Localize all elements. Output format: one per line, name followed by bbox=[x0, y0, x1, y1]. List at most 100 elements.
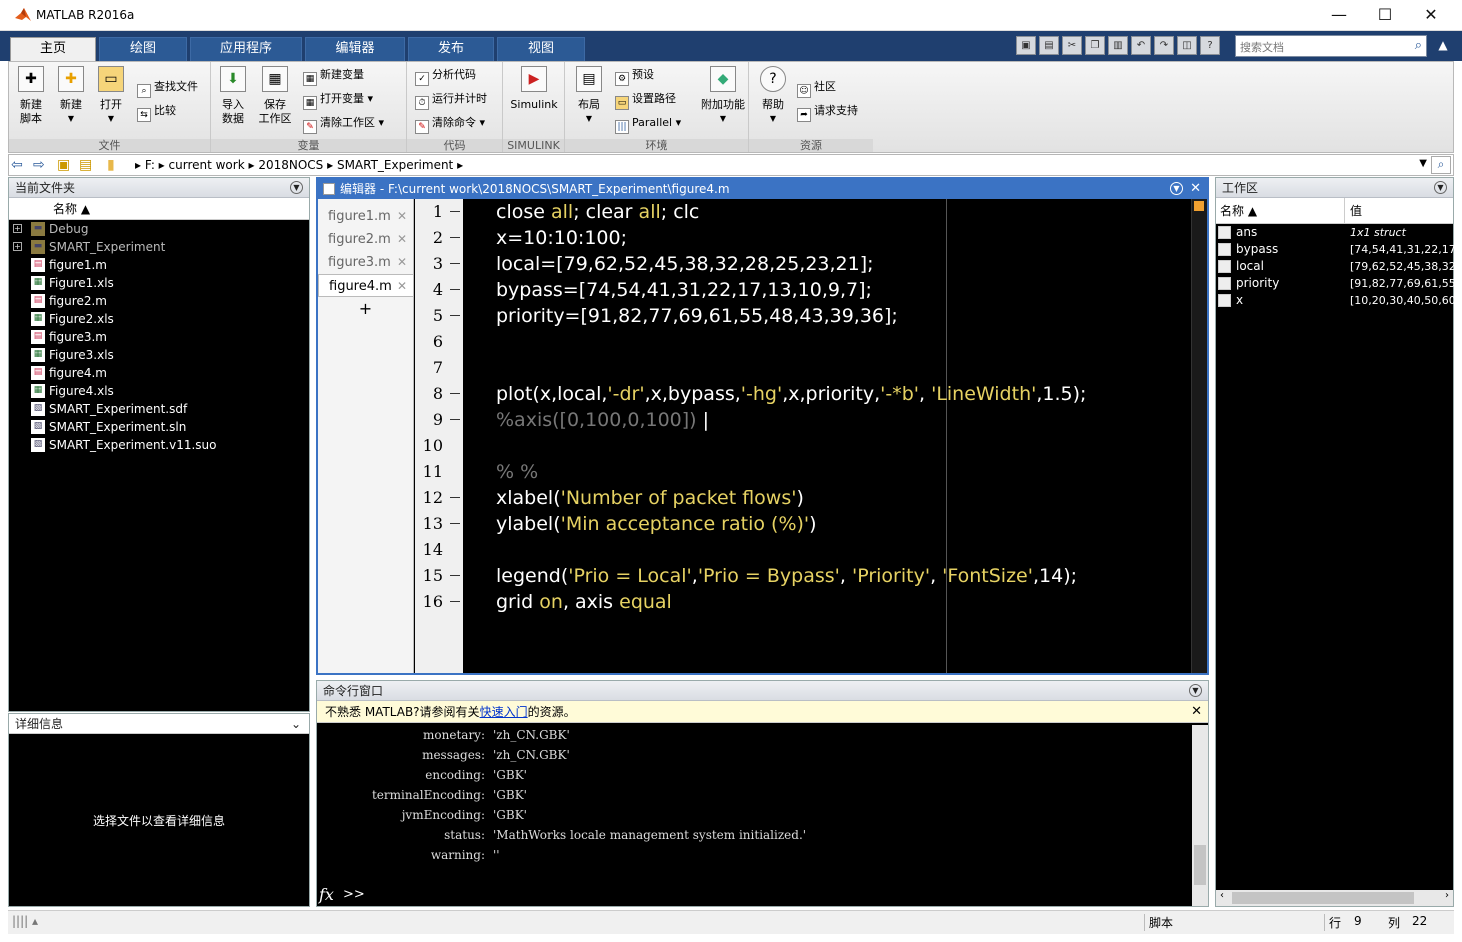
file-list-item[interactable]: ▧ SMART_Experiment.sdf bbox=[9, 400, 309, 418]
breakpoint-dash[interactable] bbox=[450, 419, 460, 420]
collapse-ribbon-icon[interactable]: ▲ bbox=[1433, 35, 1453, 55]
save-workspace-button[interactable]: ▦ 保存 工作区 bbox=[255, 66, 295, 126]
panel-menu-icon[interactable]: ▼ bbox=[1189, 684, 1202, 697]
new-script-button[interactable]: ✚ 新建 脚本 bbox=[13, 66, 49, 126]
breadcrumb-item[interactable]: SMART_Experiment bbox=[337, 158, 453, 172]
line-number[interactable]: 7 bbox=[415, 355, 463, 381]
close-button[interactable]: ✕ bbox=[1408, 0, 1454, 30]
up-folder-icon[interactable]: ▣ bbox=[57, 157, 70, 173]
minimize-button[interactable]: — bbox=[1316, 0, 1362, 30]
quick-start-link[interactable]: 快速入门 bbox=[480, 705, 528, 719]
search-icon[interactable]: ⌕ bbox=[1415, 38, 1422, 53]
line-number[interactable]: 12 bbox=[415, 485, 463, 511]
address-dropdown-icon[interactable]: ▼ bbox=[1419, 158, 1427, 169]
breakpoint-dash[interactable] bbox=[450, 263, 460, 264]
analyze-code-button[interactable]: ✓ 分析代码 bbox=[415, 66, 476, 86]
tab-figure3[interactable]: figure3.m ✕ bbox=[318, 251, 413, 274]
parallel-button[interactable]: ||| Parallel ▾ bbox=[615, 114, 681, 134]
open-variable-button[interactable]: ▦ 打开变量 ▾ bbox=[303, 90, 373, 110]
file-list-item[interactable]: ▤ figure1.m bbox=[9, 256, 309, 274]
panel-menu-icon[interactable]: ▼ bbox=[290, 181, 303, 194]
undo-icon[interactable]: ↶ bbox=[1131, 36, 1151, 55]
code-area[interactable]: close all; clear all; clc x=10:10:100; l… bbox=[496, 199, 1186, 673]
name-column-label[interactable]: 名称 ▲ bbox=[1220, 198, 1257, 224]
details-header[interactable]: 详细信息 ⌄ bbox=[9, 714, 309, 734]
warning-marker-icon[interactable] bbox=[1194, 201, 1204, 211]
layout-button[interactable]: ▤ 布局 ▼ bbox=[571, 66, 607, 126]
panel-menu-icon[interactable]: ▼ bbox=[1434, 181, 1447, 194]
line-number[interactable]: 2 bbox=[415, 225, 463, 251]
file-list-item[interactable]: + ▬ Debug bbox=[9, 220, 309, 238]
breakpoint-dash[interactable] bbox=[450, 237, 460, 238]
breadcrumb-item[interactable]: current work bbox=[169, 158, 245, 172]
clear-commands-button[interactable]: ✎ 清除命令 ▾ bbox=[415, 114, 485, 134]
file-list-item[interactable]: ▦ Figure2.xls bbox=[9, 310, 309, 328]
scroll-thumb[interactable] bbox=[1194, 845, 1206, 885]
simulink-button[interactable]: ▶ Simulink bbox=[507, 66, 561, 112]
scroll-thumb[interactable] bbox=[1232, 892, 1414, 904]
search-documentation-input[interactable]: 搜索文档 ⌕ bbox=[1235, 35, 1427, 57]
editor-scrollbar[interactable] bbox=[1191, 199, 1207, 673]
close-icon[interactable]: ✕ bbox=[1191, 701, 1202, 723]
file-list-item[interactable]: ▤ figure4.m bbox=[9, 364, 309, 382]
chevron-down-icon[interactable]: ⌄ bbox=[291, 714, 301, 734]
redo-icon[interactable]: ↷ bbox=[1154, 36, 1174, 55]
workspace-scrollbar[interactable]: ‹ › bbox=[1216, 890, 1453, 906]
browse-folder-icon[interactable]: ▤ bbox=[79, 157, 92, 173]
breadcrumb-drive[interactable]: F: bbox=[145, 158, 155, 172]
panel-menu-icon[interactable]: ▼ bbox=[1170, 182, 1183, 195]
new-button[interactable]: ✚ 新建 ▼ bbox=[53, 66, 89, 126]
breadcrumb-item[interactable]: 2018NOCS bbox=[258, 158, 323, 172]
breakpoint-dash[interactable] bbox=[450, 601, 460, 602]
close-tab-icon[interactable]: ✕ bbox=[397, 228, 407, 251]
workspace-variable-row[interactable]: bypass [74,54,41,31,22,17 bbox=[1216, 241, 1454, 258]
value-column-label[interactable]: 值 bbox=[1350, 198, 1362, 224]
line-number[interactable]: 13 bbox=[415, 511, 463, 537]
function-browser-icon[interactable]: fx bbox=[319, 885, 334, 904]
file-list-item[interactable]: ▧ SMART_Experiment.sln bbox=[9, 418, 309, 436]
expand-icon[interactable]: + bbox=[13, 242, 22, 251]
line-number[interactable]: 14 bbox=[415, 537, 463, 563]
line-number[interactable]: 10 bbox=[415, 433, 463, 459]
preferences-button[interactable]: ⚙ 预设 bbox=[615, 66, 654, 86]
help-button[interactable]: ? 帮助 ▼ bbox=[755, 66, 791, 126]
community-button[interactable]: ☺ 社区 bbox=[797, 78, 836, 98]
forward-arrow-icon[interactable]: ⇨ bbox=[33, 157, 45, 173]
line-number[interactable]: 8 bbox=[415, 381, 463, 407]
paste-icon[interactable]: ▥ bbox=[1108, 36, 1128, 55]
close-icon[interactable]: ✕ bbox=[1190, 179, 1201, 199]
tab-figure2[interactable]: figure2.m ✕ bbox=[318, 228, 413, 251]
file-list-item[interactable]: ▦ Figure1.xls bbox=[9, 274, 309, 292]
line-number[interactable]: 5 bbox=[415, 303, 463, 329]
command-prompt[interactable]: >> bbox=[343, 887, 365, 902]
file-list-item[interactable]: ▤ figure3.m bbox=[9, 328, 309, 346]
workspace-variable-row[interactable]: x [10,20,30,40,50,60 bbox=[1216, 292, 1454, 309]
close-tab-icon[interactable]: ✕ bbox=[397, 275, 407, 298]
close-tab-icon[interactable]: ✕ bbox=[397, 205, 407, 228]
tab-editor[interactable]: 编辑器 bbox=[305, 37, 405, 61]
copy-icon[interactable]: ❐ bbox=[1085, 36, 1105, 55]
breakpoint-dash[interactable] bbox=[450, 211, 460, 212]
save-icon[interactable]: ▤ bbox=[1039, 36, 1059, 55]
line-number[interactable]: 1 bbox=[415, 199, 463, 225]
add-tab-button[interactable]: + bbox=[318, 297, 413, 321]
line-number[interactable]: 11 bbox=[415, 459, 463, 485]
workspace-variable-row[interactable]: ans 1x1 struct bbox=[1216, 224, 1453, 241]
file-list-item[interactable]: ▦ Figure3.xls bbox=[9, 346, 309, 364]
breakpoint-dash[interactable] bbox=[450, 575, 460, 576]
switch-windows-icon[interactable]: ◫ bbox=[1177, 36, 1197, 55]
back-arrow-icon[interactable]: ⇦ bbox=[11, 157, 23, 173]
set-path-button[interactable]: ▭ 设置路径 bbox=[615, 90, 676, 110]
tab-apps[interactable]: 应用程序 bbox=[190, 37, 302, 61]
workspace-variable-row[interactable]: priority [91,82,77,69,61,55 bbox=[1216, 275, 1454, 292]
command-scrollbar[interactable] bbox=[1192, 725, 1208, 906]
compare-button[interactable]: ⇆ 比较 bbox=[137, 102, 176, 122]
breakpoint-dash[interactable] bbox=[450, 289, 460, 290]
help-icon[interactable]: ? bbox=[1200, 36, 1220, 55]
close-tab-icon[interactable]: ✕ bbox=[397, 251, 407, 274]
file-list-item[interactable]: + ▬ SMART_Experiment bbox=[9, 238, 309, 256]
line-number[interactable]: 15 bbox=[415, 563, 463, 589]
search-folder-icon[interactable]: ⌕ bbox=[1431, 156, 1451, 174]
maximize-button[interactable]: ☐ bbox=[1362, 0, 1408, 30]
tab-figure1[interactable]: figure1.m ✕ bbox=[318, 205, 413, 228]
